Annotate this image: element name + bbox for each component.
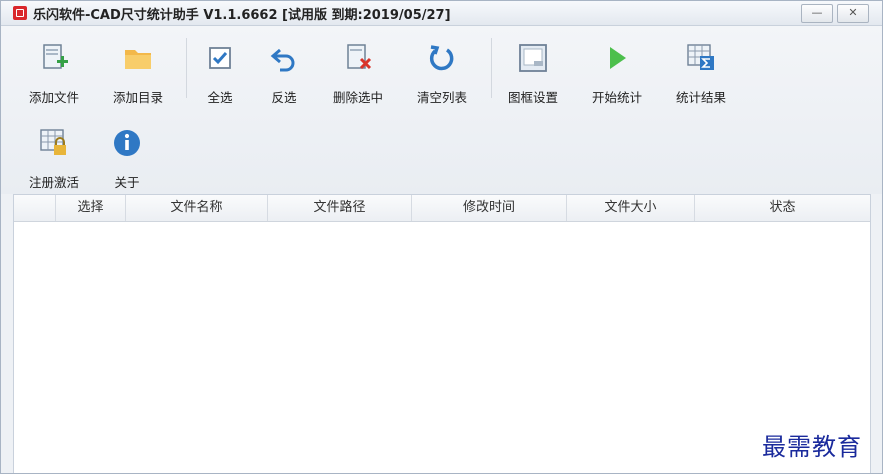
window-title: 乐闪软件-CAD尺寸统计助手 V1.1.6662 [试用版 到期:2019/05…: [33, 8, 451, 23]
close-button[interactable]: ✕: [837, 4, 869, 23]
refresh-icon: [429, 45, 454, 71]
toolbar: 添加文件 添加目录 全选 反选 删除选中 清空列表 图框设置 开始统计 统计结果…: [1, 26, 882, 194]
header-status[interactable]: 状态: [695, 195, 870, 221]
frame-settings-button[interactable]: 图框设置: [498, 31, 568, 105]
add-folder-label: 添加目录: [112, 90, 163, 105]
checkbox-icon: [209, 47, 231, 69]
start-statistics-button[interactable]: 开始统计: [582, 31, 652, 105]
add-folder-button[interactable]: 添加目录: [103, 31, 173, 105]
register-activate-button[interactable]: 注册激活: [19, 116, 89, 190]
statistics-result-label: 统计结果: [675, 90, 726, 105]
statistics-result-button[interactable]: 统计结果: [666, 31, 736, 105]
select-all-button[interactable]: 全选: [185, 31, 255, 105]
title-bar: 乐闪软件-CAD尺寸统计助手 V1.1.6662 [试用版 到期:2019/05…: [1, 1, 882, 26]
register-activate-label: 注册激活: [28, 175, 79, 190]
header-row-indicator: [14, 195, 56, 221]
file-table[interactable]: 选择 文件名称 文件路径 修改时间 文件大小 状态: [13, 194, 871, 473]
lock-grid-icon: [40, 129, 66, 155]
start-statistics-label: 开始统计: [591, 90, 642, 105]
add-file-button[interactable]: 添加文件: [19, 31, 89, 105]
toolbar-separator: [491, 38, 492, 98]
watermark-text: 最需教育: [762, 433, 862, 461]
header-file-path[interactable]: 文件路径: [268, 195, 412, 221]
add-file-label: 添加文件: [28, 90, 79, 105]
info-icon: [114, 130, 140, 156]
add-file-icon: [43, 44, 68, 69]
clear-list-button[interactable]: 清空列表: [407, 31, 477, 105]
header-modified-time[interactable]: 修改时间: [412, 195, 567, 221]
delete-selected-button[interactable]: 删除选中: [323, 31, 393, 105]
about-label: 关于: [114, 175, 140, 190]
select-all-label: 全选: [207, 90, 233, 105]
about-button[interactable]: 关于: [92, 116, 162, 190]
sum-table-icon: [687, 44, 714, 70]
minimize-button[interactable]: —: [801, 4, 833, 23]
undo-arrow-icon: [270, 48, 295, 72]
header-file-name[interactable]: 文件名称: [126, 195, 268, 221]
frame-settings-icon: [519, 44, 547, 72]
delete-selected-label: 删除选中: [332, 90, 383, 105]
invert-selection-label: 反选: [271, 90, 297, 105]
clear-list-label: 清空列表: [416, 90, 467, 105]
play-icon: [610, 47, 626, 69]
delete-selected-icon: [347, 44, 372, 70]
header-select[interactable]: 选择: [56, 195, 126, 221]
folder-icon: [125, 50, 151, 69]
frame-settings-label: 图框设置: [507, 90, 558, 105]
invert-selection-button[interactable]: 反选: [249, 31, 319, 105]
app-logo-icon: [13, 6, 27, 20]
header-file-size[interactable]: 文件大小: [567, 195, 695, 221]
app-window: 乐闪软件-CAD尺寸统计助手 V1.1.6662 [试用版 到期:2019/05…: [0, 0, 883, 474]
table-header: 选择 文件名称 文件路径 修改时间 文件大小 状态: [14, 195, 870, 222]
